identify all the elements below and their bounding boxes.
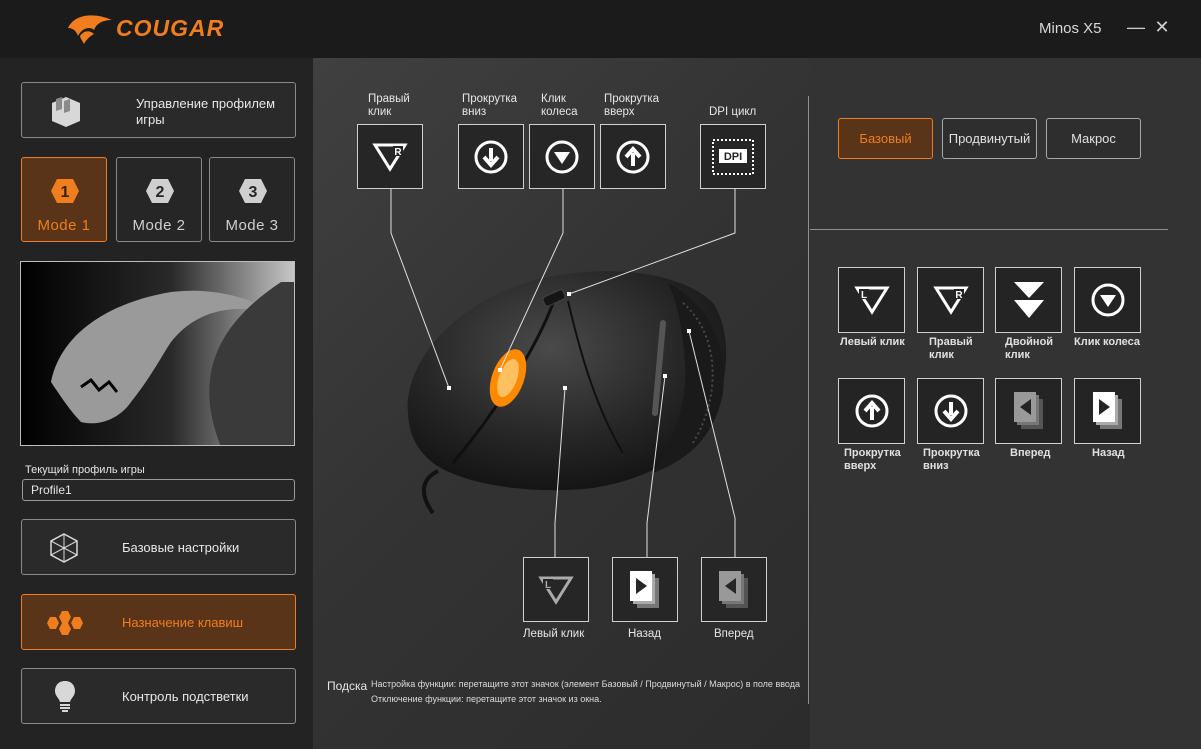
profile-stack-icon <box>52 97 80 127</box>
function-label-double-click: Двойной клик <box>1005 336 1054 361</box>
mode-3-label: Mode 3 <box>225 217 279 234</box>
forward-icon <box>1013 392 1043 429</box>
scroll-down-key-slot[interactable] <box>458 124 524 189</box>
wheel-click-key-slot[interactable] <box>529 124 595 189</box>
svg-text:L: L <box>860 290 866 301</box>
forward-icon <box>719 570 748 608</box>
basic-settings-button[interactable]: Базовые настройки <box>21 519 296 575</box>
hint-title: Подска <box>327 679 368 693</box>
key-assignment-button[interactable]: Назначение клавиш <box>21 594 296 650</box>
function-wheel-click[interactable] <box>1074 267 1141 333</box>
right-click-icon: R <box>372 143 408 172</box>
function-back[interactable] <box>1074 378 1141 444</box>
function-left-click[interactable]: L <box>838 267 905 333</box>
cougar-logo: COUGAR <box>66 10 276 46</box>
top-key-label-wheel-click: Клик колеса <box>541 93 578 118</box>
profile-manager-button[interactable]: Управление профилем игры <box>21 82 296 138</box>
svg-text:R: R <box>955 290 963 301</box>
tab-basic[interactable]: Базовый <box>838 118 933 159</box>
back-icon <box>1092 392 1122 429</box>
wheel-click-icon <box>545 140 579 173</box>
cougar-profile-picture <box>21 262 294 445</box>
left-click-icon: L <box>538 576 574 605</box>
dpi-cycle-key-slot[interactable]: DPI <box>700 124 766 189</box>
close-button[interactable]: ✕ <box>1152 17 1172 37</box>
svg-text:3: 3 <box>249 184 258 201</box>
svg-text:DPI: DPI <box>724 151 742 163</box>
hint-line-2: Отключение функции: перетащите этот знач… <box>371 694 602 704</box>
bottom-key-label-back: Назад <box>628 628 661 640</box>
mode-2-hexagon-icon: 2 <box>146 179 174 203</box>
function-label-back: Назад <box>1092 447 1125 459</box>
hexagon-cluster-icon <box>47 611 83 635</box>
tab-macro[interactable]: Макрос <box>1046 118 1141 159</box>
mode-1-hexagon-icon: 1 <box>51 179 79 203</box>
key-assignment-label: Назначение клавиш <box>122 615 244 630</box>
cougar-head-icon <box>68 15 112 44</box>
left-sidebar: Управление профилем игры 1 Mode 1 2 Mode… <box>0 58 313 749</box>
current-profile-field[interactable] <box>22 479 295 501</box>
horizontal-divider <box>810 229 1168 230</box>
forward-key-slot[interactable] <box>701 557 767 622</box>
profile-manager-label: Управление профилем игры <box>136 96 276 127</box>
brand-wordmark: COUGAR <box>116 15 225 41</box>
title-bar: COUGAR Minos X5 — ✕ <box>0 0 1201 58</box>
lighting-control-button[interactable]: Контроль подстветки <box>21 668 296 724</box>
function-right-click[interactable]: R <box>917 267 984 333</box>
svg-text:2: 2 <box>156 184 165 201</box>
svg-text:1: 1 <box>61 184 70 201</box>
top-key-label-scroll-down: Прокрутка вниз <box>462 93 518 118</box>
lighting-control-label: Контроль подстветки <box>122 689 249 704</box>
mode-2-button[interactable]: 2 Mode 2 <box>116 157 202 242</box>
right-click-key-slot[interactable]: R <box>357 124 423 189</box>
device-model-name: Minos X5 <box>1039 20 1102 37</box>
top-key-label-right-click: Правый клик <box>368 93 410 118</box>
current-profile-label: Текущий профиль игры <box>25 464 145 476</box>
lightbulb-icon <box>55 681 75 712</box>
bottom-key-label-left-click: Левый клик <box>523 628 585 640</box>
profile-image[interactable] <box>20 261 295 446</box>
scroll-down-icon <box>934 394 967 428</box>
hint-line-1: Настройка функции: перетащите этот значо… <box>371 679 800 689</box>
scroll-up-icon <box>855 394 888 428</box>
function-label-scroll-up: Прокрутка вверх <box>844 447 901 472</box>
vertical-divider <box>808 96 809 704</box>
back-icon <box>630 570 659 608</box>
double-click-icon <box>1013 282 1044 318</box>
tab-advanced[interactable]: Продвинутый <box>942 118 1037 159</box>
dpi-cycle-icon: DPI <box>712 138 754 175</box>
svg-text:R: R <box>394 147 402 158</box>
mode-1-button[interactable]: 1 Mode 1 <box>21 157 107 242</box>
back-key-slot[interactable] <box>612 557 678 622</box>
function-label-right-click: Правый клик <box>929 336 973 361</box>
minimize-button[interactable]: — <box>1126 17 1146 37</box>
scroll-up-key-slot[interactable] <box>600 124 666 189</box>
left-click-icon: L <box>853 286 890 315</box>
function-label-scroll-down: Прокрутка вниз <box>923 447 980 472</box>
svg-text:L: L <box>545 580 551 591</box>
function-forward[interactable] <box>995 378 1062 444</box>
basic-settings-label: Базовые настройки <box>122 540 240 555</box>
mode-1-label: Mode 1 <box>37 217 91 234</box>
mode-2-label: Mode 2 <box>132 217 186 234</box>
function-label-forward: Вперед <box>1010 447 1051 459</box>
mode-3-hexagon-icon: 3 <box>239 179 267 203</box>
wheel-click-icon <box>1091 283 1124 317</box>
function-label-wheel-click: Клик колеса <box>1074 336 1141 348</box>
scroll-down-icon <box>474 140 508 173</box>
left-click-key-slot[interactable]: L <box>523 557 589 622</box>
function-double-click[interactable] <box>995 267 1062 333</box>
cube-icon <box>50 533 78 563</box>
key-mapping-area: Правый клик Прокрутка вниз Клик колеса П… <box>313 58 810 749</box>
top-key-label-dpi: DPI цикл <box>709 106 757 118</box>
function-scroll-down[interactable] <box>917 378 984 444</box>
function-scroll-up[interactable] <box>838 378 905 444</box>
bottom-key-label-forward: Вперед <box>714 628 754 640</box>
right-click-icon: R <box>932 286 969 315</box>
function-label-left-click: Левый клик <box>840 336 905 348</box>
mode-3-button[interactable]: 3 Mode 3 <box>209 157 295 242</box>
scroll-up-icon <box>616 140 650 173</box>
top-key-label-scroll-up: Прокрутка вверх <box>604 93 660 118</box>
